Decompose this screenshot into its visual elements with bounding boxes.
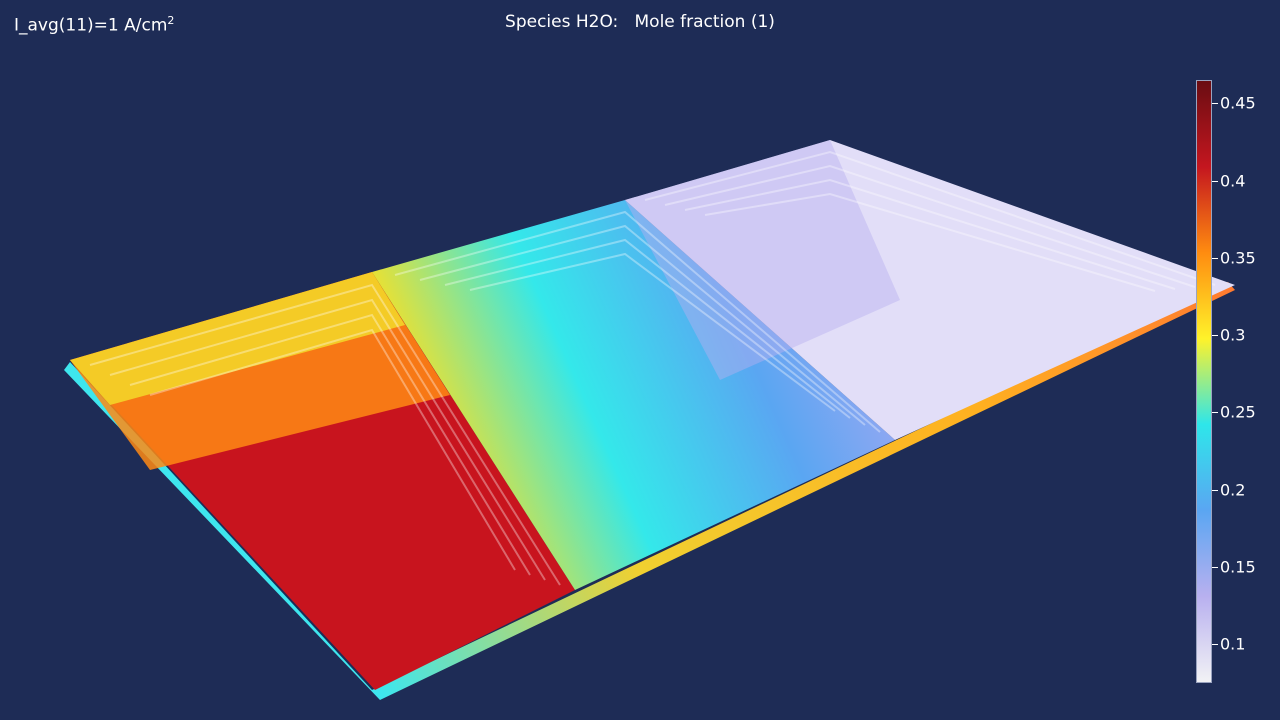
colorbar-tick-label: 0.45 [1220, 93, 1256, 113]
colorbar [1196, 80, 1212, 683]
colorbar-tick-label: 0.15 [1220, 557, 1256, 577]
colorbar-tick-label: 0.25 [1220, 402, 1256, 422]
colorbar-tick [1212, 644, 1218, 646]
colorbar-tick-label: 0.35 [1220, 248, 1256, 268]
flow-field [70, 140, 1235, 690]
colorbar-tick [1212, 412, 1218, 414]
fuel-cell-3d-plot[interactable] [0, 0, 1280, 720]
colorbar-tick [1212, 489, 1218, 491]
colorbar-tick-label: 0.2 [1220, 480, 1246, 500]
colorbar-tick-label: 0.4 [1220, 171, 1246, 190]
colorbar-tick [1212, 567, 1218, 569]
colorbar-tick [1212, 103, 1218, 105]
colorbar-tick-label: 0.3 [1220, 325, 1246, 345]
colorbar-tick [1212, 335, 1218, 337]
colorbar-tick-label: 0.1 [1220, 634, 1246, 654]
colorbar-tick [1212, 180, 1218, 182]
colorbar-tick [1212, 257, 1218, 259]
